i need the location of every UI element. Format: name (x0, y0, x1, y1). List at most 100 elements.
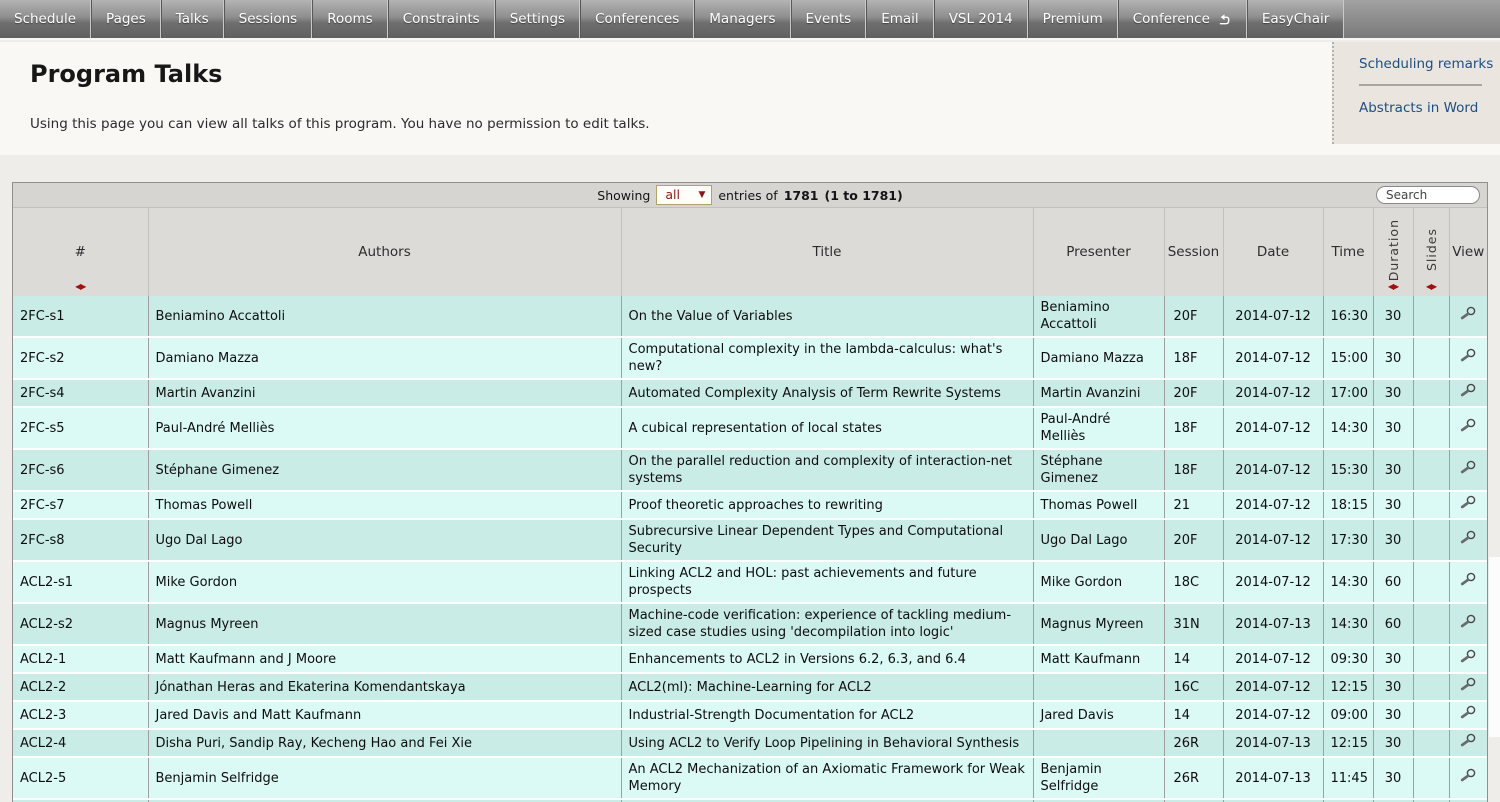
nav-tab-pages[interactable]: Pages (91, 0, 161, 38)
entries-count-select[interactable]: all ▼ (656, 185, 712, 205)
nav-tab-premium[interactable]: Premium (1028, 0, 1118, 38)
talk-id-cell: 2FC-s6 (13, 449, 148, 491)
duration-cell: 30 (1373, 407, 1413, 449)
column-header-number[interactable]: # ◀▶ (13, 208, 148, 296)
authors-cell: Beniamino Accattoli (148, 296, 621, 337)
nav-tab-conferences[interactable]: Conferences (580, 0, 694, 38)
table-row: 2FC-s2Damiano MazzaComputational complex… (13, 337, 1487, 379)
date-cell: 2014-07-12 (1223, 645, 1323, 673)
talk-id-cell: ACL2-s1 (13, 561, 148, 603)
title-cell: On the parallel reduction and complexity… (621, 449, 1033, 491)
column-header-title: Title (621, 208, 1033, 296)
nav-tab-email[interactable]: Email (866, 0, 933, 38)
scheduling-remarks-link[interactable]: Scheduling remarks (1334, 42, 1500, 84)
title-cell: Using ACL2 to Verify Loop Pipelining in … (621, 729, 1033, 757)
table-controls-bar: Showing all ▼ entries of 1781 (1 to 1781… (13, 183, 1487, 208)
date-cell: 2014-07-12 (1223, 407, 1323, 449)
nav-tab-easychair[interactable]: EasyChair (1247, 0, 1344, 38)
talk-id-cell: ACL2-5 (13, 757, 148, 799)
nav-tab-label: VSL 2014 (949, 11, 1013, 27)
column-header-date: Date (1223, 208, 1323, 296)
nav-tab-events[interactable]: Events (791, 0, 867, 38)
view-talk-magnifier-icon[interactable] (1459, 418, 1477, 433)
nav-tab-settings[interactable]: Settings (495, 0, 580, 38)
talks-table: # ◀▶ Authors Title Presenter Session Dat… (13, 208, 1487, 802)
sort-arrows-icon[interactable]: ◀▶ (1388, 283, 1398, 291)
date-cell: 2014-07-12 (1223, 701, 1323, 729)
nav-tab-rooms[interactable]: Rooms (312, 0, 387, 38)
nav-tab-constraints[interactable]: Constraints (388, 0, 495, 38)
authors-cell: Thomas Powell (148, 491, 621, 519)
view-talk-magnifier-icon[interactable] (1459, 306, 1477, 321)
title-cell: Subrecursive Linear Dependent Types and … (621, 519, 1033, 561)
time-cell: 16:30 (1323, 296, 1373, 337)
column-header-slides[interactable]: Slides ◀▶ (1413, 208, 1449, 296)
nav-tab-label: Managers (709, 11, 775, 27)
presenter-cell: Matt Kaufmann (1033, 645, 1164, 673)
nav-tab-talks[interactable]: Talks (161, 0, 224, 38)
abstracts-in-word-link[interactable]: Abstracts in Word (1334, 86, 1500, 128)
presenter-cell: Ugo Dal Lago (1033, 519, 1164, 561)
nav-tab-label: EasyChair (1262, 11, 1329, 27)
authors-cell: Jónathan Heras and Ekaterina Komendantsk… (148, 673, 621, 701)
nav-tab-managers[interactable]: Managers (694, 0, 790, 38)
view-talk-magnifier-icon[interactable] (1459, 460, 1477, 475)
slides-cell (1413, 449, 1449, 491)
presenter-cell: Martin Avanzini (1033, 379, 1164, 407)
view-talk-magnifier-icon[interactable] (1459, 733, 1477, 748)
time-cell: 14:30 (1323, 603, 1373, 645)
sort-arrows-icon[interactable]: ◀▶ (1426, 283, 1436, 291)
search-input[interactable] (1376, 186, 1480, 204)
view-talk-magnifier-icon[interactable] (1459, 495, 1477, 510)
authors-cell: Jared Davis and Matt Kaufmann (148, 701, 621, 729)
view-talk-magnifier-icon[interactable] (1459, 649, 1477, 664)
column-header-duration[interactable]: Duration ◀▶ (1373, 208, 1413, 296)
title-cell: Machine-code verification: experience of… (621, 603, 1033, 645)
title-cell: Proof theoretic approaches to rewriting (621, 491, 1033, 519)
view-talk-magnifier-icon[interactable] (1459, 383, 1477, 398)
title-cell: Automated Complexity Analysis of Term Re… (621, 379, 1033, 407)
column-header-view: View (1449, 208, 1487, 296)
nav-tab-label: Pages (106, 11, 146, 27)
slides-cell (1413, 645, 1449, 673)
nav-tab-label: Conferences (595, 11, 679, 27)
view-talk-magnifier-icon[interactable] (1459, 572, 1477, 587)
session-cell: 14 (1164, 645, 1223, 673)
title-cell: Industrial-Strength Documentation for AC… (621, 701, 1033, 729)
column-header-session: Session (1164, 208, 1223, 296)
view-cell (1449, 757, 1487, 799)
entries-of-label: entries of (718, 188, 777, 203)
authors-cell: Matt Kaufmann and J Moore (148, 645, 621, 673)
nav-tab-vsl-2014[interactable]: VSL 2014 (934, 0, 1028, 38)
nav-tab-conference[interactable]: Conference (1118, 0, 1247, 38)
slides-cell (1413, 673, 1449, 701)
nav-tab-label: Conference (1133, 11, 1210, 27)
view-cell (1449, 449, 1487, 491)
sort-arrows-icon[interactable]: ◀▶ (75, 283, 85, 291)
view-talk-magnifier-icon[interactable] (1459, 677, 1477, 692)
session-cell: 18F (1164, 407, 1223, 449)
table-row: ACL2-4Disha Puri, Sandip Ray, Kecheng Ha… (13, 729, 1487, 757)
duration-cell: 30 (1373, 379, 1413, 407)
view-talk-magnifier-icon[interactable] (1459, 705, 1477, 720)
talk-id-cell: 2FC-s5 (13, 407, 148, 449)
slides-cell (1413, 337, 1449, 379)
presenter-cell: Thomas Powell (1033, 491, 1164, 519)
view-talk-magnifier-icon[interactable] (1459, 348, 1477, 363)
entries-total: 1781 (784, 188, 819, 203)
view-cell (1449, 603, 1487, 645)
session-cell: 18C (1164, 561, 1223, 603)
presenter-cell (1033, 729, 1164, 757)
authors-cell: Mike Gordon (148, 561, 621, 603)
view-talk-magnifier-icon[interactable] (1459, 530, 1477, 545)
presenter-cell: Beniamino Accattoli (1033, 296, 1164, 337)
slides-cell (1413, 701, 1449, 729)
nav-tab-schedule[interactable]: Schedule (0, 0, 91, 38)
column-header-time: Time (1323, 208, 1373, 296)
nav-tab-sessions[interactable]: Sessions (224, 0, 313, 38)
view-cell (1449, 407, 1487, 449)
view-talk-magnifier-icon[interactable] (1459, 768, 1477, 783)
view-talk-magnifier-icon[interactable] (1459, 614, 1477, 629)
time-cell: 11:45 (1323, 757, 1373, 799)
entries-select-value: all (665, 187, 680, 202)
